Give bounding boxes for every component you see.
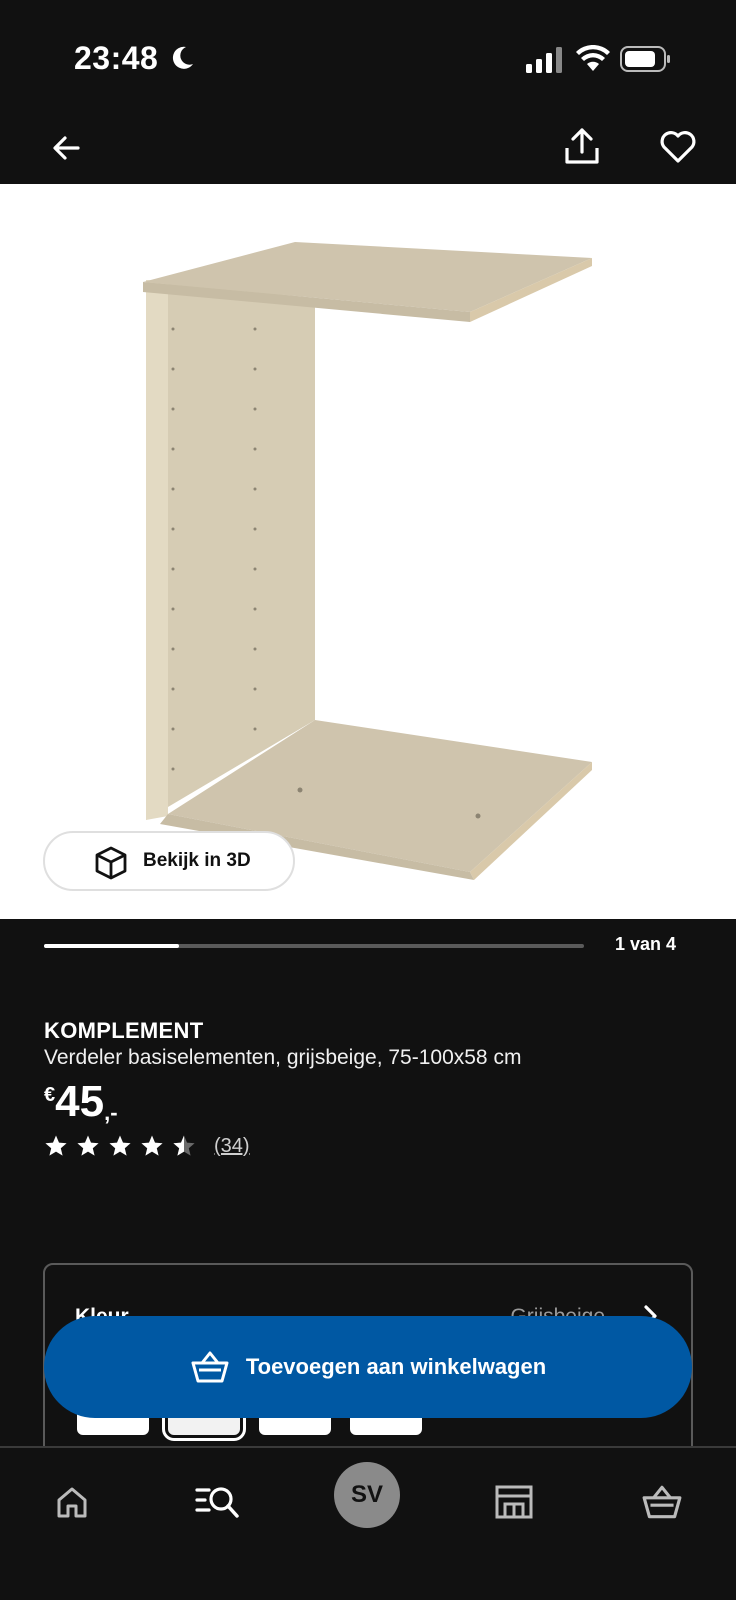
share-button[interactable] [558,120,606,172]
view-in-3d-label: Bekijk in 3D [143,850,251,871]
product-image [143,242,592,880]
tab-store[interactable] [486,1474,542,1530]
product-price: € 45 ,- [44,1078,118,1126]
product-rating[interactable]: (34) [44,1134,250,1158]
rating-count-link[interactable]: (34) [214,1135,250,1158]
search-list-icon [195,1487,239,1518]
cellular-signal-icon [526,47,562,73]
product-image-carousel[interactable]: Bekijk in 3D [0,184,736,919]
store-icon [495,1485,533,1519]
star-icon [109,1135,131,1156]
status-time: 23:48 [74,40,159,76]
heart-icon [660,131,696,163]
back-button[interactable] [42,124,90,172]
half-star-icon [173,1135,195,1156]
price-currency: € [44,1084,56,1106]
home-icon [57,1487,87,1518]
star-icon [45,1135,67,1156]
shopping-basket-icon [191,1351,229,1383]
star-icon [141,1135,163,1156]
status-bar: 23:48 [0,0,736,110]
tab-search[interactable] [190,1474,246,1530]
cart-icon [642,1485,682,1519]
product-description: Verdeler basiselementen, grijsbeige, 75-… [44,1046,522,1069]
price-integer: 45 [55,1077,105,1126]
carousel-progress [44,944,584,948]
cube-icon [95,846,127,880]
tab-profile-avatar[interactable]: SV [334,1462,400,1528]
carousel-counter: 1 van 4 [614,934,676,954]
add-to-cart-label: Toevoegen aan winkelwagen [245,1354,547,1379]
view-in-3d-button[interactable]: Bekijk in 3D [43,831,295,891]
star-icon [77,1135,99,1156]
wifi-icon [576,45,610,71]
bottom-tab-bar: SV [0,1446,736,1600]
add-to-cart-button[interactable]: Toevoegen aan winkelwagen [44,1316,692,1418]
tab-home[interactable] [44,1474,100,1530]
battery-icon [620,46,670,72]
carousel-progress-fill [44,944,179,948]
product-brand: KOMPLEMENT [44,1018,204,1043]
favorite-button[interactable] [654,122,702,170]
share-icon [565,128,599,164]
moon-icon [172,46,193,69]
top-navigation [0,110,736,184]
price-decimal: ,- [104,1100,118,1125]
arrow-left-icon [53,136,80,160]
tab-cart[interactable] [634,1474,690,1530]
